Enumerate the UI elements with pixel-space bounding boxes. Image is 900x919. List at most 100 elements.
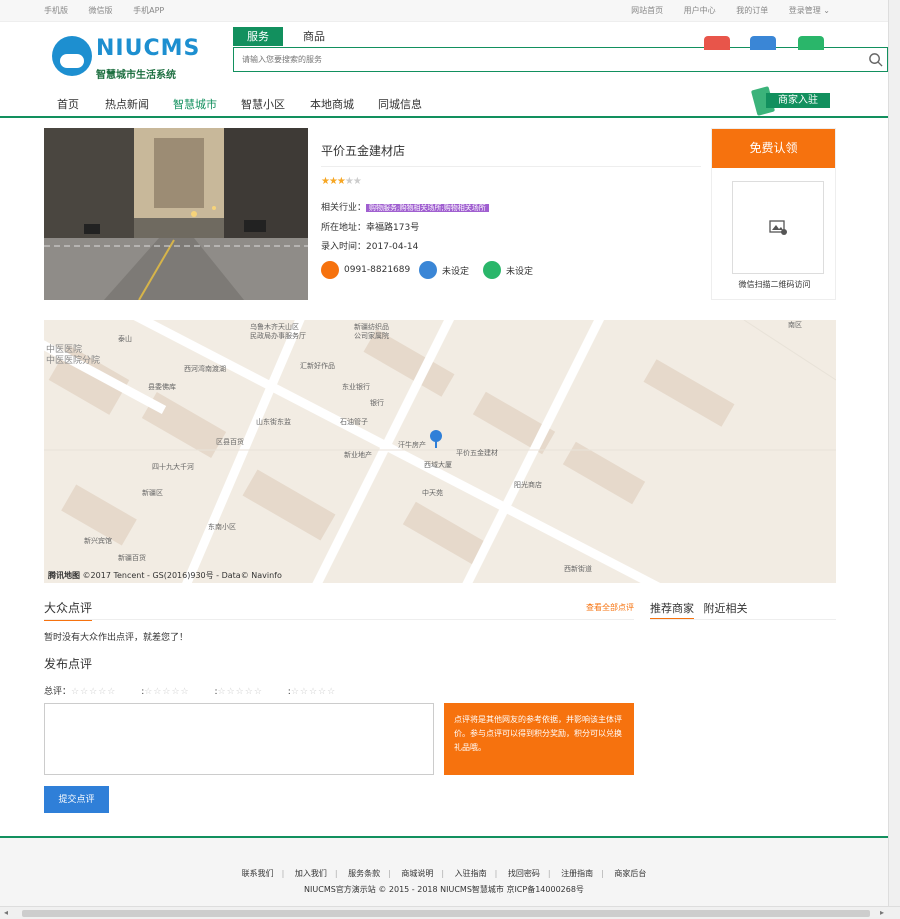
qq-contact[interactable]: 未设定 xyxy=(419,261,469,279)
footer-copyright: NIUCMS官方演示站 © 2015 - 2018 NIUCMS智慧城市 京IC… xyxy=(304,885,584,894)
mobile-app-link[interactable]: 手机APP xyxy=(133,6,164,15)
post-review-title: 发布点评 xyxy=(44,657,93,671)
nav-item-hot-news[interactable]: 热点新闻 xyxy=(105,96,149,112)
address-row: 所在地址：幸福路173号 xyxy=(321,220,419,233)
qq-value: 未设定 xyxy=(442,266,470,277)
scroll-right-icon[interactable]: ▸ xyxy=(880,908,884,917)
tab-nearby[interactable]: 附近相关 xyxy=(704,602,748,615)
site-logo[interactable]: NIUCMS 智慧城市生活系统 xyxy=(52,36,199,84)
tab-service[interactable]: 服务 xyxy=(233,27,283,46)
footer-link-merchant-admin[interactable]: 商家后台 xyxy=(614,869,646,878)
horizontal-scrollbar[interactable]: ◂ ▸ xyxy=(0,906,900,919)
map-label: 中医医院分院 xyxy=(46,356,101,366)
rating-inputs: 总评：☆☆☆☆☆ :☆☆☆☆☆ :☆☆☆☆☆ :☆☆☆☆☆ xyxy=(44,687,337,697)
image-placeholder-icon xyxy=(769,220,787,235)
submit-review-button[interactable]: 提交点评 xyxy=(44,786,109,813)
home-link[interactable]: 网站首页 xyxy=(631,6,663,15)
blue-quick-icon[interactable] xyxy=(750,36,776,50)
green-quick-icon[interactable] xyxy=(798,36,824,50)
no-reviews-text: 暂时没有大众作出点评，就差您了！ xyxy=(44,633,189,643)
claim-panel: 免费认领 微信扫描二维码访问 xyxy=(711,128,836,300)
map-label: 银行 xyxy=(370,399,384,407)
nav-item-smart-community[interactable]: 智慧小区 xyxy=(241,96,285,112)
map-label: 汗牛房产 xyxy=(398,441,426,449)
shop-name: 平价五金建材店 xyxy=(321,144,406,158)
map-label: 西域大厦 xyxy=(424,461,452,469)
mobile-version-link[interactable]: 手机版 xyxy=(44,6,68,15)
cow-logo-icon xyxy=(52,36,92,76)
tab-recommended-shops[interactable]: 推荐商家 xyxy=(650,602,694,620)
map-label: 民政局办事服务厅 xyxy=(250,332,306,340)
address-label: 所在地址： xyxy=(321,223,367,233)
nav-item-smart-city[interactable]: 智慧城市 xyxy=(173,96,217,112)
search-icon[interactable] xyxy=(868,52,883,67)
map-label: 中天苑 xyxy=(422,489,443,497)
date-value: 2017-04-14 xyxy=(366,242,419,252)
nav-item-city-info[interactable]: 同城信息 xyxy=(378,96,422,112)
my-orders-link[interactable]: 我的订单 xyxy=(736,6,768,15)
footer-link-terms[interactable]: 服务条款 xyxy=(348,869,380,878)
nav-item-local-mall[interactable]: 本地商城 xyxy=(310,96,354,112)
main-nav: 首页 热点新闻 智慧城市 智慧小区 本地商城 同城信息 商家入驻 xyxy=(0,86,900,118)
search-input[interactable] xyxy=(234,48,854,70)
map-label: 平价五金建材 xyxy=(456,449,498,457)
rating-stars-4[interactable]: ☆☆☆☆☆ xyxy=(291,687,336,697)
wechat-contact[interactable]: 未设定 xyxy=(483,261,533,279)
divider xyxy=(650,619,836,620)
location-map[interactable]: 乌鲁木齐天山区 民政局办事服务厅 新疆纺织品 公司家属院 泰山 中医医院 中医医… xyxy=(44,320,836,583)
footer-link-join-guide[interactable]: 入驻指南 xyxy=(455,869,487,878)
footer-link-mall-info[interactable]: 商城说明 xyxy=(401,869,433,878)
review-textarea[interactable] xyxy=(44,703,434,775)
login-manage-dropdown[interactable]: 登录管理 ⌄ xyxy=(789,6,830,15)
tab-goods[interactable]: 商品 xyxy=(289,27,339,46)
search-box xyxy=(233,47,888,72)
vertical-scrollbar[interactable] xyxy=(888,0,900,906)
user-center-link[interactable]: 用户中心 xyxy=(684,6,716,15)
wechat-version-link[interactable]: 微信版 xyxy=(89,6,113,15)
map-copyright-text: ©2017 Tencent - GS(2016)930号 - Data© Nav… xyxy=(82,571,282,580)
merchant-join-button[interactable]: 商家入驻 xyxy=(766,93,830,108)
qr-caption: 微信扫描二维码访问 xyxy=(738,280,811,289)
nav-item-home[interactable]: 首页 xyxy=(57,96,79,112)
map-label: 阳光商店 xyxy=(514,481,542,489)
view-all-reviews-link[interactable]: 查看全部点评 xyxy=(586,602,634,613)
footer-link-contact[interactable]: 联系我们 xyxy=(242,869,274,878)
industry-tag[interactable]: 购物服务;购物相关场所;购物相关场所 xyxy=(366,204,489,212)
map-label: 东南小区 xyxy=(208,523,236,531)
map-label: 县委佛库 xyxy=(148,383,176,391)
total-rating-stars[interactable]: ☆☆☆☆☆ xyxy=(71,687,116,697)
map-label: 区县百货 xyxy=(216,438,244,446)
map-label: 泰山 xyxy=(118,335,132,343)
map-label: 新业地产 xyxy=(344,451,372,459)
divider xyxy=(321,166,701,167)
date-row: 录入时间：2017-04-14 xyxy=(321,239,418,252)
wechat-icon xyxy=(483,261,501,279)
red-quick-icon[interactable] xyxy=(704,36,730,50)
scroll-left-icon[interactable]: ◂ xyxy=(4,908,8,917)
shop-info: 平价五金建材店 ★★★★★ 相关行业： 购物服务;购物相关场所;购物相关场所 所在… xyxy=(321,128,701,300)
date-label: 录入时间： xyxy=(321,242,367,252)
industry-row: 相关行业： 购物服务;购物相关场所;购物相关场所 xyxy=(321,200,489,213)
logo-slogan: 智慧城市生活系统 xyxy=(96,70,176,81)
address-value: 幸福路173号 xyxy=(366,223,420,233)
phone-contact[interactable]: 0991-8821689 xyxy=(321,261,410,279)
industry-label: 相关行业： xyxy=(321,203,367,213)
footer-link-register-guide[interactable]: 注册指南 xyxy=(561,869,593,878)
reviews-title: 大众点评 xyxy=(44,599,93,621)
map-copyright: 腾讯地图 ©2017 Tencent - GS(2016)930号 - Data… xyxy=(48,570,282,581)
header: NIUCMS 智慧城市生活系统 服务 商品 xyxy=(0,22,900,90)
review-tip: 点评将是其他网友的参考依据，并影响该主体评价。参与点评可以得到积分奖励，积分可以… xyxy=(444,703,634,775)
rating-stars-3[interactable]: ☆☆☆☆☆ xyxy=(218,687,263,697)
shop-rating: ★★★★★ xyxy=(321,176,362,187)
footer-link-find-password[interactable]: 找回密码 xyxy=(508,869,540,878)
scroll-thumb[interactable] xyxy=(22,910,870,917)
shop-card: 平价五金建材店 ★★★★★ 相关行业： 购物服务;购物相关场所;购物相关场所 所在… xyxy=(44,128,836,300)
top-bar: 手机版 微信版 手机APP 网站首页 用户中心 我的订单 登录管理 ⌄ xyxy=(0,0,900,22)
map-label: 石油管子 xyxy=(340,418,368,426)
footer-link-join[interactable]: 加入我们 xyxy=(295,869,327,878)
map-label: 西新街道 xyxy=(564,565,592,573)
quick-icons xyxy=(704,36,824,50)
divider xyxy=(44,619,634,620)
free-claim-button[interactable]: 免费认领 xyxy=(712,129,835,168)
rating-stars-2[interactable]: ☆☆☆☆☆ xyxy=(144,687,189,697)
